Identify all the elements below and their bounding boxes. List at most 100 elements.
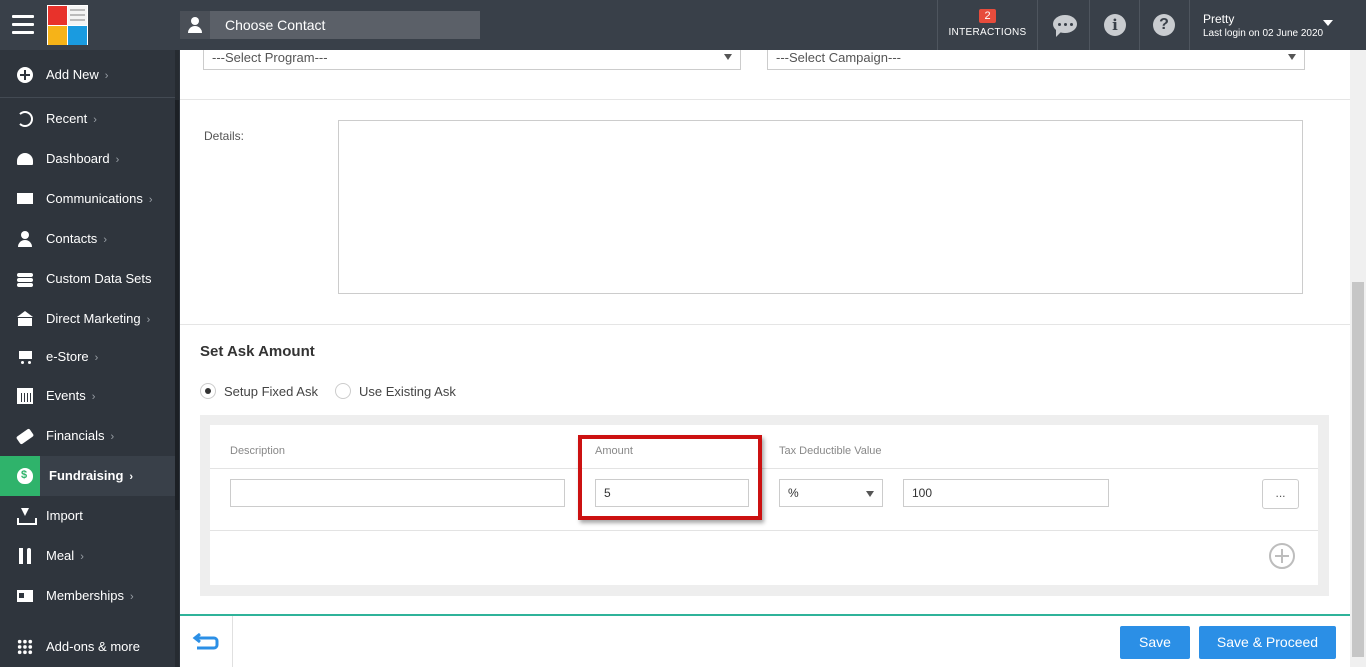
sidebar-item-direct-marketing[interactable]: Direct Marketing › — [0, 299, 175, 339]
chevron-right-icon: › — [129, 471, 134, 483]
id-card-icon — [17, 590, 33, 602]
last-login-text: Last login on 02 June 2020 — [1203, 28, 1324, 39]
radio-label: Setup Fixed Ask — [224, 384, 318, 399]
sidebar-item-meal[interactable]: Meal › — [0, 536, 175, 576]
sidebar-scrollbar-thumb[interactable] — [175, 100, 179, 510]
program-select[interactable]: ---Select Program--- — [203, 50, 741, 70]
ask-amount-table: Description Amount Tax Deductible Value … — [210, 425, 1318, 585]
sidebar-item-label: Events — [46, 388, 86, 403]
import-icon — [17, 508, 37, 525]
interactions-label: INTERACTIONS — [948, 27, 1027, 38]
grid-icon — [17, 639, 33, 655]
row-options-button[interactable]: ... — [1262, 479, 1299, 509]
bank-icon — [17, 311, 33, 327]
help-icon[interactable]: ? — [1153, 14, 1175, 36]
add-row-icon[interactable] — [1269, 543, 1295, 569]
column-header-tax: Tax Deductible Value — [779, 445, 882, 457]
save-and-proceed-button[interactable]: Save & Proceed — [1199, 626, 1336, 659]
sidebar: Add New › Recent › Dashboard › Communicatio… — [0, 50, 180, 667]
person-icon — [17, 231, 33, 247]
sidebar-item-label: Financials — [46, 428, 105, 443]
sidebar-item-label: Add-ons & more — [46, 639, 140, 654]
calendar-icon — [17, 388, 33, 404]
sidebar-item-label: Communications — [46, 191, 143, 206]
ticket-icon — [15, 428, 35, 445]
tax-unit-value: % — [788, 486, 799, 500]
sidebar-item-label: Custom Data Sets — [46, 271, 152, 286]
info-icon[interactable]: i — [1104, 14, 1126, 36]
chevron-right-icon: › — [91, 391, 96, 403]
chevron-down-icon — [1288, 54, 1296, 60]
user-menu-caret-icon[interactable] — [1323, 20, 1333, 26]
sidebar-item-add-new[interactable]: Add New › — [0, 55, 175, 95]
sidebar-item-fundraising[interactable]: Fundraising › — [0, 456, 175, 496]
topbar-divider — [1037, 0, 1038, 50]
sidebar-item-financials[interactable]: Financials › — [0, 416, 175, 456]
layers-icon — [17, 271, 33, 287]
details-textarea[interactable] — [338, 120, 1303, 294]
sidebar-item-custom-data-sets[interactable]: Custom Data Sets — [0, 259, 175, 299]
sidebar-item-recent[interactable]: Recent › — [0, 99, 175, 139]
user-name: Pretty — [1203, 12, 1235, 26]
sidebar-item-memberships[interactable]: Memberships › — [0, 576, 175, 616]
tax-value-input[interactable]: 100 — [903, 479, 1109, 507]
sidebar-item-communications[interactable]: Communications › — [0, 179, 175, 219]
save-button[interactable]: Save — [1120, 626, 1190, 659]
radio-button-checked[interactable] — [200, 383, 216, 399]
gauge-icon — [17, 153, 33, 165]
sidebar-item-label: Memberships — [46, 588, 125, 603]
table-divider — [210, 468, 1318, 469]
section-title: Set Ask Amount — [200, 343, 315, 360]
sidebar-item-dashboard[interactable]: Dashboard › — [0, 139, 175, 179]
main-content: ---Select Program--- ---Select Campaign-… — [180, 50, 1350, 667]
sidebar-item-contacts[interactable]: Contacts › — [0, 219, 175, 259]
column-header-amount: Amount — [595, 445, 633, 457]
sidebar-item-add-ons[interactable]: Add-ons & more — [0, 627, 175, 667]
sidebar-item-import[interactable]: Import — [0, 496, 175, 536]
meal-icon — [17, 548, 33, 564]
radio-button[interactable] — [335, 383, 351, 399]
sidebar-item-label: Contacts — [46, 231, 98, 246]
back-button[interactable] — [180, 616, 233, 667]
chevron-right-icon: › — [148, 194, 153, 206]
interactions-button[interactable]: 2 INTERACTIONS — [938, 0, 1037, 50]
tax-unit-select[interactable]: % — [779, 479, 883, 507]
history-icon — [17, 111, 33, 127]
choose-contact-label: Choose Contact — [225, 17, 326, 33]
user-menu[interactable]: Pretty Last login on 02 June 2020 — [1203, 12, 1323, 39]
topbar-divider — [1189, 0, 1190, 50]
sidebar-item-label: e-Store — [46, 349, 89, 364]
sidebar-item-label: Meal — [46, 548, 75, 563]
menu-icon[interactable] — [12, 15, 34, 35]
sidebar-item-events[interactable]: Events › — [0, 376, 175, 416]
choose-contact-button[interactable]: Choose Contact — [180, 11, 480, 39]
chevron-right-icon: › — [103, 234, 107, 246]
sidebar-divider — [0, 97, 175, 98]
app-logo[interactable] — [47, 5, 88, 45]
sidebar-item-label: Dashboard — [46, 151, 110, 166]
radio-label: Use Existing Ask — [359, 384, 456, 399]
sidebar-item-label: Direct Marketing — [46, 311, 141, 326]
sidebar-item-e-store[interactable]: e-Store › — [0, 337, 175, 377]
ask-amount-panel: Description Amount Tax Deductible Value … — [200, 415, 1329, 596]
page-scrollbar-thumb[interactable] — [1352, 282, 1364, 657]
campaign-select[interactable]: ---Select Campaign--- — [767, 50, 1305, 70]
top-bar: Choose Contact 2 INTERACTIONS i ? Pretty… — [0, 0, 1366, 50]
topbar-divider — [1139, 0, 1140, 50]
description-input[interactable] — [230, 479, 565, 507]
sidebar-item-label: Fundraising — [49, 468, 124, 483]
amount-input[interactable]: 5 — [595, 479, 749, 507]
chat-icon[interactable] — [1053, 15, 1077, 37]
sidebar-item-label: Import — [46, 508, 83, 523]
section-divider — [180, 324, 1350, 325]
envelope-icon — [17, 193, 33, 204]
plus-circle-icon — [17, 67, 33, 83]
interactions-count-badge: 2 — [979, 9, 996, 23]
money-bag-icon — [17, 468, 33, 484]
campaign-select-value: ---Select Campaign--- — [776, 50, 901, 65]
topbar-divider — [1089, 0, 1090, 50]
table-divider — [210, 530, 1318, 531]
page-scrollbar[interactable] — [1350, 50, 1366, 667]
chevron-down-icon — [724, 54, 732, 60]
chevron-right-icon: › — [146, 314, 151, 326]
